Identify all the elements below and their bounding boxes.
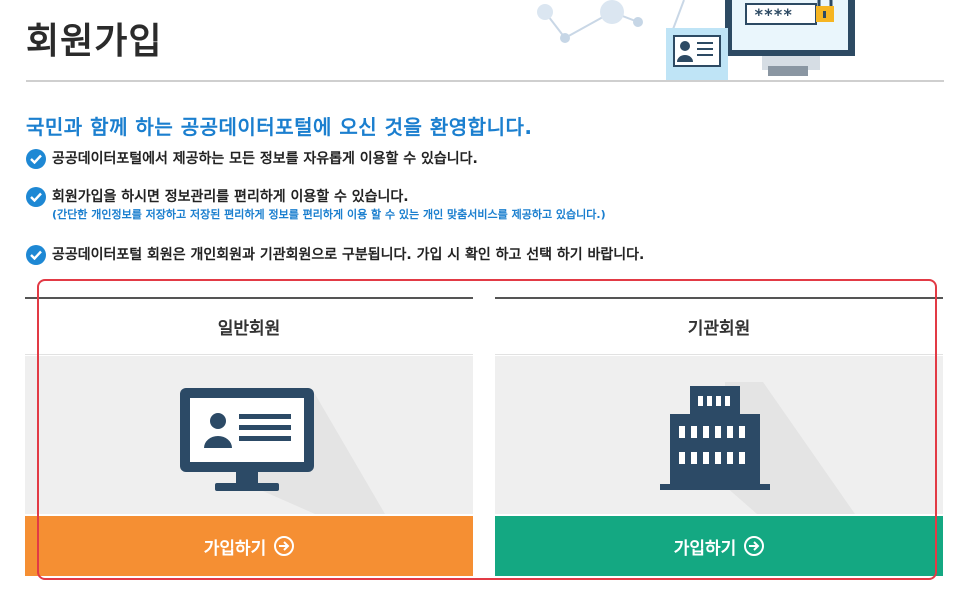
join-button-label: 가입하기 (203, 538, 267, 559)
arrow-right-circle-icon (744, 536, 765, 556)
password-stars: **** (754, 5, 793, 24)
check-icon (26, 149, 46, 169)
card-personal-member: 일반회원 가입하기 (25, 297, 473, 577)
building-icon (660, 382, 855, 514)
check-icon (26, 187, 46, 207)
page-title: 회원가입 (26, 21, 163, 62)
info-text: 공공데이터포털에서 제공하는 모든 정보를 자유롭게 이용할 수 있습니다. (52, 151, 478, 167)
header-illustration: **** (537, 0, 855, 80)
header-divider (26, 80, 944, 82)
info-text: 회원가입을 하시면 정보관리를 편리하게 이용할 수 있습니다. (52, 189, 409, 205)
card-illustration (495, 356, 943, 514)
info-item: 회원가입을 하시면 정보관리를 편리하게 이용할 수 있습니다. (간단한 개인… (26, 187, 606, 223)
info-item: 공공데이터포털에서 제공하는 모든 정보를 자유롭게 이용할 수 있습니다. (26, 149, 478, 169)
welcome-heading: 국민과 함께 하는 공공데이터포털에 오신 것을 환영합니다. (26, 115, 533, 139)
arrow-right-circle-icon (274, 536, 295, 556)
join-institution-button[interactable]: 가입하기 (495, 516, 943, 576)
info-subtext: (간단한 개인정보를 저장하고 저장된 편리하게 정보를 편리하게 이용 할 수… (52, 208, 606, 221)
info-item: 공공데이터포털 회원은 개인회원과 기관회원으로 구분됩니다. 가입 시 확인 … (26, 245, 644, 265)
info-text: 공공데이터포털 회원은 개인회원과 기관회원으로 구분됩니다. 가입 시 확인 … (52, 247, 645, 263)
join-button-label: 가입하기 (673, 538, 737, 559)
card-illustration (25, 356, 473, 514)
join-personal-button[interactable]: 가입하기 (25, 516, 473, 576)
card-title: 기관회원 (495, 299, 943, 355)
check-icon (26, 245, 46, 265)
monitor-id-card-icon (180, 388, 385, 514)
card-institution-member: 기관회원 가입하기 (495, 297, 943, 577)
card-title: 일반회원 (25, 299, 473, 355)
